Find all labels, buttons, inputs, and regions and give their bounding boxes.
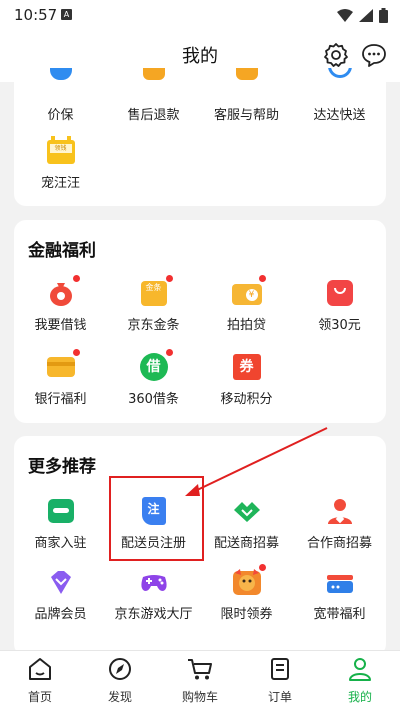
bottom-tab-bar: 首页 发现 购物车 订单 我的: [0, 650, 400, 711]
orders-list-icon: [271, 658, 289, 680]
tab-home[interactable]: 首页: [0, 657, 80, 705]
cart-icon: [188, 659, 212, 680]
tab-label: 我的: [347, 690, 372, 704]
compass-icon: [109, 658, 131, 680]
tab-cart[interactable]: 购物车: [160, 657, 240, 705]
tab-mine[interactable]: 我的: [320, 657, 400, 705]
tab-label: 发现: [107, 690, 132, 704]
tab-orders[interactable]: 订单: [240, 657, 320, 705]
tab-label: 首页: [27, 690, 52, 704]
home-icon: [29, 658, 51, 680]
tab-discover[interactable]: 发现: [80, 657, 160, 705]
annotation-arrow: [185, 427, 328, 496]
tab-label: 购物车: [181, 690, 218, 704]
tab-label: 订单: [267, 690, 292, 704]
profile-person-icon: [349, 658, 371, 681]
